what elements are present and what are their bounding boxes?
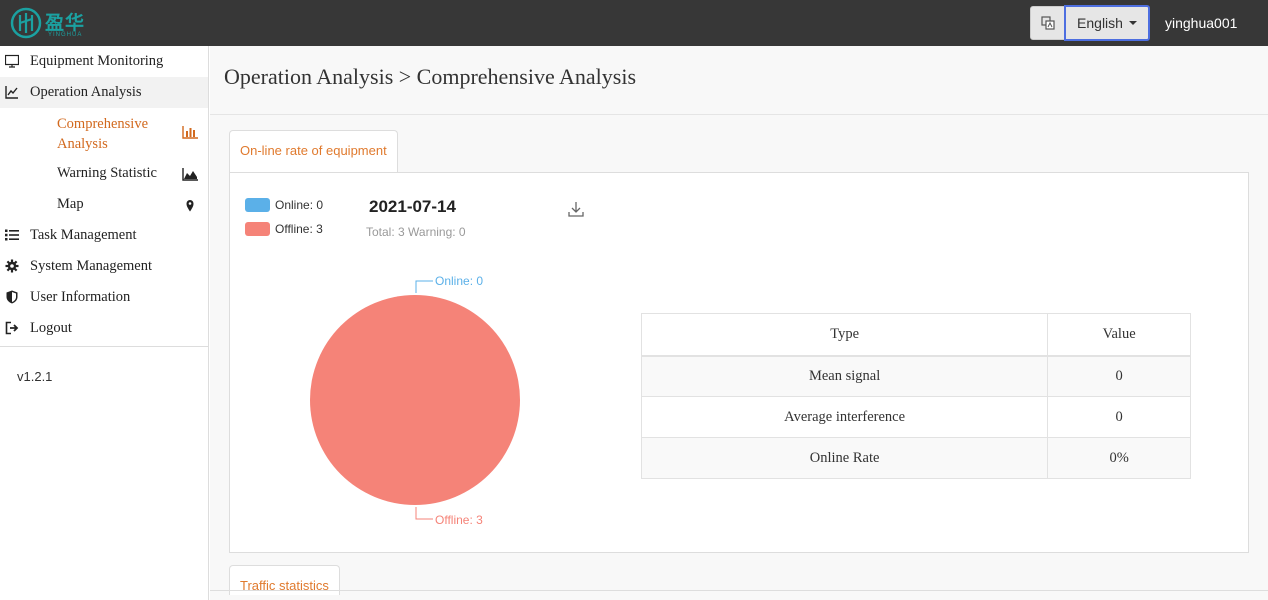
tab-online-rate[interactable]: On-line rate of equipment [229,130,398,173]
table-row: Mean signal 0 [640,355,1191,397]
table-cell-value: 0 [1047,355,1191,397]
table-cell-value: 0 [1047,396,1191,438]
shield-icon [6,290,18,304]
translate-button[interactable] [1030,6,1065,40]
bottom-divider [210,590,1268,591]
sidebar-item-label: Operation Analysis [30,84,142,100]
table-cell-type: Online Rate [640,437,1049,479]
map-pin-icon [186,200,194,212]
pie-label-offline: Offline: 3 [435,513,483,527]
sidebar-subitem-warning-statistic[interactable]: Warning Statistic [0,164,208,188]
sidebar-item-logout[interactable]: Logout [0,313,208,344]
bar-chart-icon [182,126,198,139]
pie-slice-offline[interactable] [310,295,520,505]
table-cell-type: Average interference [640,396,1049,438]
sidebar-item-system-management[interactable]: System Management [0,251,208,282]
caret-down-icon [1128,21,1137,25]
legend-swatch-offline[interactable] [245,222,270,236]
pie-label-online: Online: 0 [435,274,483,288]
table-row: Average interference 0 [640,396,1191,438]
monitor-icon [5,54,19,68]
line-chart-icon [5,86,18,99]
logo-subtext: YINGHUA [48,32,83,38]
table-row: Online Rate 0% [640,437,1191,479]
logo[interactable]: 盈华 YINGHUA [10,6,90,40]
logo-mark-icon [10,7,42,39]
column-header-value: Value [1047,313,1191,357]
column-header-type: Type [640,313,1049,357]
sidebar-subitem-map[interactable]: Map [0,195,208,219]
sidebar-subitem-label: Map [57,196,84,212]
list-icon [5,229,19,241]
top-bar: 盈华 YINGHUA English yinghua001 [0,0,1268,46]
area-chart-icon [182,168,198,181]
sidebar-subitem-comprehensive-analysis[interactable]: Comprehensive Analysis [0,112,208,156]
username[interactable]: yinghua001 [1165,15,1237,31]
sidebar-item-label: Task Management [30,227,137,243]
online-rate-panel: Online: 0 Offline: 3 2021-07-14 Total: 3… [229,172,1249,553]
sidebar-item-label: Equipment Monitoring [30,53,164,69]
sidebar-subitem-label: Comprehensive Analysis [57,116,149,152]
report-date: 2021-07-14 [369,197,456,216]
sidebar-item-label: System Management [30,258,153,274]
pie-chart: Online: 0 Offline: 3 [310,274,520,527]
logo-text: 盈华 [45,12,86,34]
version-label: v1.2.1 [17,369,53,384]
download-icon[interactable] [568,201,584,217]
pie-label-line-online [415,280,433,293]
language-dropdown[interactable]: English [1064,5,1150,41]
legend-label-offline: Offline: 3 [275,222,323,236]
sidebar-item-equipment-monitoring[interactable]: Equipment Monitoring [0,46,208,77]
stats-table: Type Value Mean signal 0 Average interfe… [640,313,1191,479]
translate-icon [1041,16,1055,30]
gear-icon [5,259,19,273]
language-label: English [1077,15,1123,31]
table-cell-type: Mean signal [640,355,1049,397]
page-title: Operation Analysis > Comprehensive Analy… [224,64,637,89]
sidebar-item-operation-analysis[interactable]: Operation Analysis [0,77,208,108]
sidebar: Equipment Monitoring Operation Analysis … [0,46,209,600]
tab-label: On-line rate of equipment [240,143,387,158]
sidebar-item-user-information[interactable]: User Information [0,282,208,313]
sidebar-item-label: Logout [30,320,72,336]
legend-label-online: Online: 0 [275,198,324,212]
sidebar-item-task-management[interactable]: Task Management [0,220,208,251]
logout-icon [5,321,19,335]
legend-swatch-online[interactable] [245,198,270,212]
report-summary: Total: 3 Warning: 0 [366,225,466,239]
table-header-row: Type Value [640,313,1191,357]
sidebar-item-label: User Information [30,289,131,305]
pie-label-line-offline [415,507,433,520]
sidebar-subitem-label: Warning Statistic [57,165,157,181]
sidebar-divider [0,346,208,347]
title-divider [210,114,1268,115]
table-cell-value: 0% [1047,437,1191,479]
main-content: Operation Analysis > Comprehensive Analy… [210,46,1268,600]
